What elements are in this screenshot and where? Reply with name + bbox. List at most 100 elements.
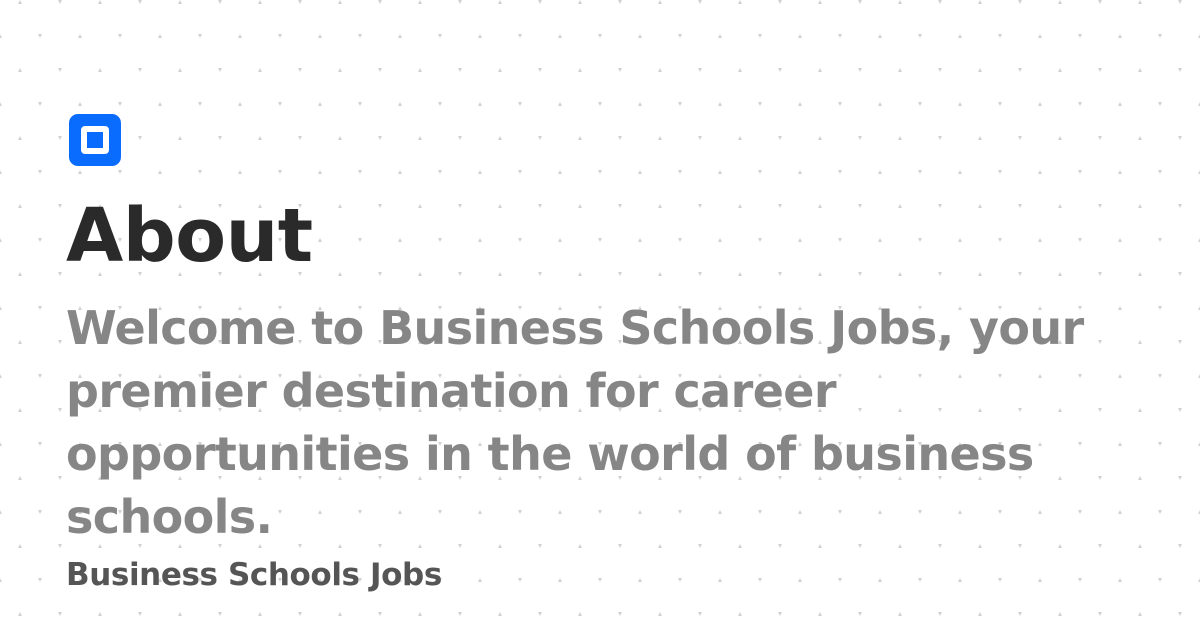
pattern-mark bbox=[58, 476, 62, 480]
pattern-mark bbox=[378, 612, 382, 616]
pattern-mark bbox=[78, 170, 82, 174]
pattern-mark bbox=[1058, 204, 1062, 208]
pattern-mark bbox=[818, 68, 822, 72]
pattern-mark bbox=[798, 578, 802, 582]
pattern-mark bbox=[1018, 612, 1022, 616]
pattern-mark bbox=[578, 204, 582, 208]
brand-logo-icon bbox=[69, 114, 121, 166]
pattern-mark bbox=[118, 102, 122, 106]
pattern-mark bbox=[38, 170, 42, 174]
pattern-mark bbox=[1178, 340, 1182, 344]
pattern-mark bbox=[1018, 0, 1022, 4]
pattern-mark bbox=[138, 68, 142, 72]
pattern-mark bbox=[718, 578, 722, 582]
pattern-mark bbox=[938, 204, 942, 208]
pattern-mark bbox=[1158, 306, 1162, 310]
pattern-mark bbox=[1078, 102, 1082, 106]
pattern-mark bbox=[498, 0, 502, 4]
pattern-mark bbox=[638, 238, 642, 242]
pattern-mark bbox=[778, 136, 782, 140]
pattern-mark bbox=[498, 68, 502, 72]
pattern-mark bbox=[1078, 170, 1082, 174]
pattern-mark bbox=[0, 238, 2, 242]
pattern-mark bbox=[598, 170, 602, 174]
pattern-mark bbox=[338, 136, 342, 140]
pattern-mark bbox=[1038, 34, 1042, 38]
pattern-mark bbox=[1118, 34, 1122, 38]
pattern-mark bbox=[938, 0, 942, 4]
pattern-mark bbox=[818, 272, 822, 276]
pattern-mark bbox=[198, 102, 202, 106]
pattern-mark bbox=[778, 204, 782, 208]
pattern-mark bbox=[1038, 238, 1042, 242]
pattern-mark bbox=[1078, 34, 1082, 38]
pattern-mark bbox=[1098, 612, 1102, 616]
pattern-mark bbox=[698, 0, 702, 4]
pattern-mark bbox=[38, 238, 42, 242]
pattern-mark bbox=[698, 68, 702, 72]
pattern-mark bbox=[558, 578, 562, 582]
pattern-mark bbox=[538, 272, 542, 276]
pattern-mark bbox=[818, 0, 822, 4]
pattern-mark bbox=[238, 34, 242, 38]
og-image-card: About Welcome to Business Schools Jobs, … bbox=[0, 0, 1200, 630]
pattern-mark bbox=[398, 170, 402, 174]
pattern-mark bbox=[538, 612, 542, 616]
pattern-mark bbox=[38, 374, 42, 378]
pattern-mark bbox=[838, 102, 842, 106]
pattern-mark bbox=[998, 170, 1002, 174]
pattern-mark bbox=[878, 34, 882, 38]
pattern-mark bbox=[758, 170, 762, 174]
pattern-mark bbox=[538, 204, 542, 208]
pattern-mark bbox=[18, 544, 22, 548]
pattern-mark bbox=[978, 204, 982, 208]
pattern-mark bbox=[1138, 476, 1142, 480]
pattern-mark bbox=[798, 34, 802, 38]
pattern-mark bbox=[138, 0, 142, 4]
pattern-mark bbox=[278, 34, 282, 38]
pattern-mark bbox=[258, 68, 262, 72]
pattern-mark bbox=[58, 408, 62, 412]
pattern-mark bbox=[618, 272, 622, 276]
pattern-mark bbox=[298, 0, 302, 4]
pattern-mark bbox=[458, 136, 462, 140]
pattern-mark bbox=[158, 170, 162, 174]
pattern-mark bbox=[1018, 136, 1022, 140]
pattern-mark bbox=[1018, 68, 1022, 72]
pattern-mark bbox=[858, 612, 862, 616]
pattern-mark bbox=[898, 68, 902, 72]
pattern-mark bbox=[398, 34, 402, 38]
pattern-mark bbox=[18, 408, 22, 412]
pattern-mark bbox=[818, 204, 822, 208]
pattern-mark bbox=[1158, 102, 1162, 106]
pattern-mark bbox=[598, 238, 602, 242]
pattern-mark bbox=[958, 578, 962, 582]
pattern-mark bbox=[458, 272, 462, 276]
pattern-mark bbox=[1178, 204, 1182, 208]
pattern-mark bbox=[258, 136, 262, 140]
pattern-mark bbox=[438, 102, 442, 106]
pattern-mark bbox=[458, 0, 462, 4]
pattern-mark bbox=[1138, 204, 1142, 208]
pattern-mark bbox=[538, 0, 542, 4]
pattern-mark bbox=[398, 102, 402, 106]
pattern-mark bbox=[698, 204, 702, 208]
pattern-mark bbox=[638, 34, 642, 38]
pattern-mark bbox=[1138, 0, 1142, 4]
pattern-mark bbox=[338, 68, 342, 72]
pattern-mark bbox=[1058, 68, 1062, 72]
pattern-mark bbox=[198, 34, 202, 38]
pattern-mark bbox=[918, 238, 922, 242]
pattern-mark bbox=[18, 476, 22, 480]
pattern-mark bbox=[1158, 374, 1162, 378]
pattern-mark bbox=[878, 238, 882, 242]
pattern-mark bbox=[1138, 612, 1142, 616]
pattern-mark bbox=[378, 204, 382, 208]
pattern-mark bbox=[698, 272, 702, 276]
pattern-mark bbox=[378, 272, 382, 276]
pattern-mark bbox=[558, 238, 562, 242]
pattern-mark bbox=[278, 170, 282, 174]
pattern-mark bbox=[358, 238, 362, 242]
pattern-mark bbox=[1138, 340, 1142, 344]
pattern-mark bbox=[758, 238, 762, 242]
